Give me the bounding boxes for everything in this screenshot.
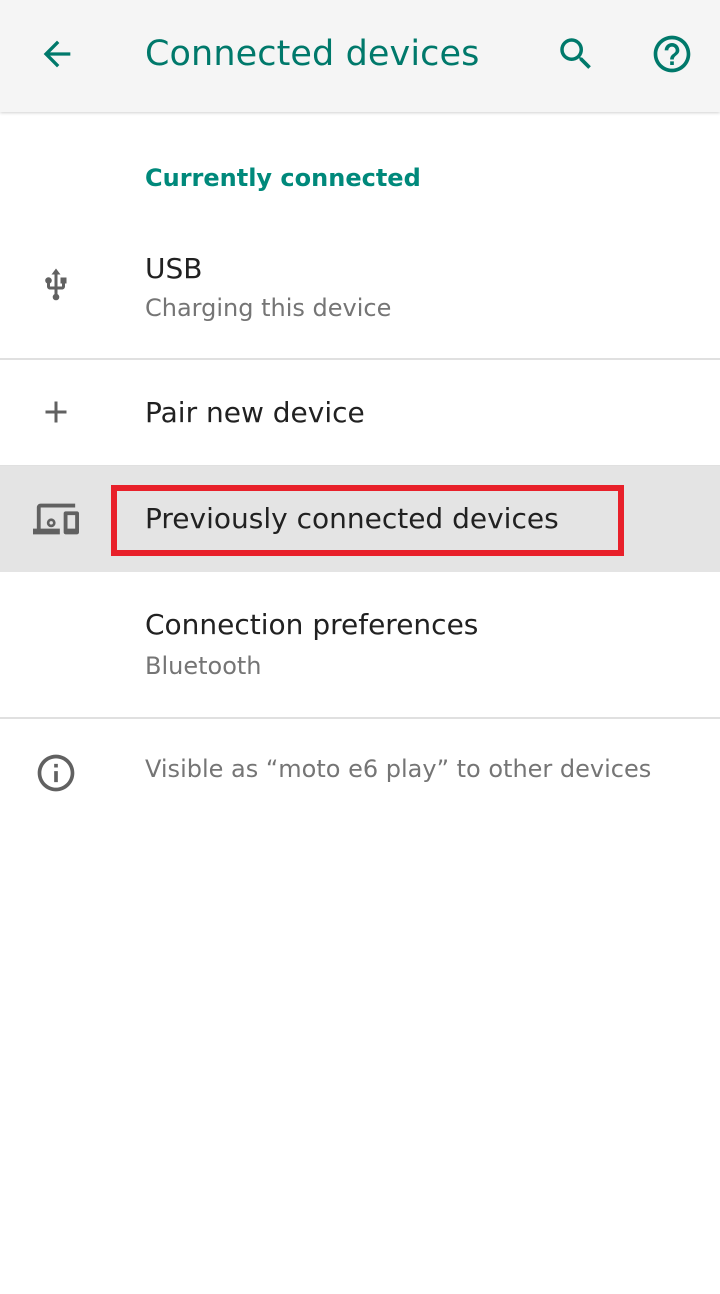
page-title: Connected devices xyxy=(145,34,480,74)
highlight-box xyxy=(111,485,624,556)
section-header-currently-connected: Currently connected xyxy=(145,164,421,192)
list-item-connection-preferences[interactable]: Connection preferences Bluetooth xyxy=(0,572,720,718)
usb-subtitle: Charging this device xyxy=(145,294,392,322)
help-icon xyxy=(650,32,694,80)
preferences-title: Connection preferences xyxy=(145,608,479,641)
list-item-pair-new-device[interactable]: Pair new device xyxy=(0,360,720,466)
usb-icon xyxy=(28,257,84,313)
usb-title: USB xyxy=(145,252,203,285)
help-button[interactable] xyxy=(644,28,700,84)
plus-icon xyxy=(28,384,84,440)
back-button[interactable] xyxy=(29,28,85,84)
preferences-subtitle: Bluetooth xyxy=(145,652,262,680)
info-footer: Visible as “moto e6 play” to other devic… xyxy=(0,719,720,829)
search-icon xyxy=(555,33,597,79)
info-icon xyxy=(28,745,84,801)
app-bar: Connected devices xyxy=(0,0,720,112)
arrow-back-icon xyxy=(37,34,77,78)
search-button[interactable] xyxy=(548,28,604,84)
visible-as-text: Visible as “moto e6 play” to other devic… xyxy=(145,755,652,783)
pair-title: Pair new device xyxy=(145,396,365,429)
devices-icon xyxy=(28,491,84,547)
list-item-usb[interactable]: USB Charging this device xyxy=(0,224,720,358)
